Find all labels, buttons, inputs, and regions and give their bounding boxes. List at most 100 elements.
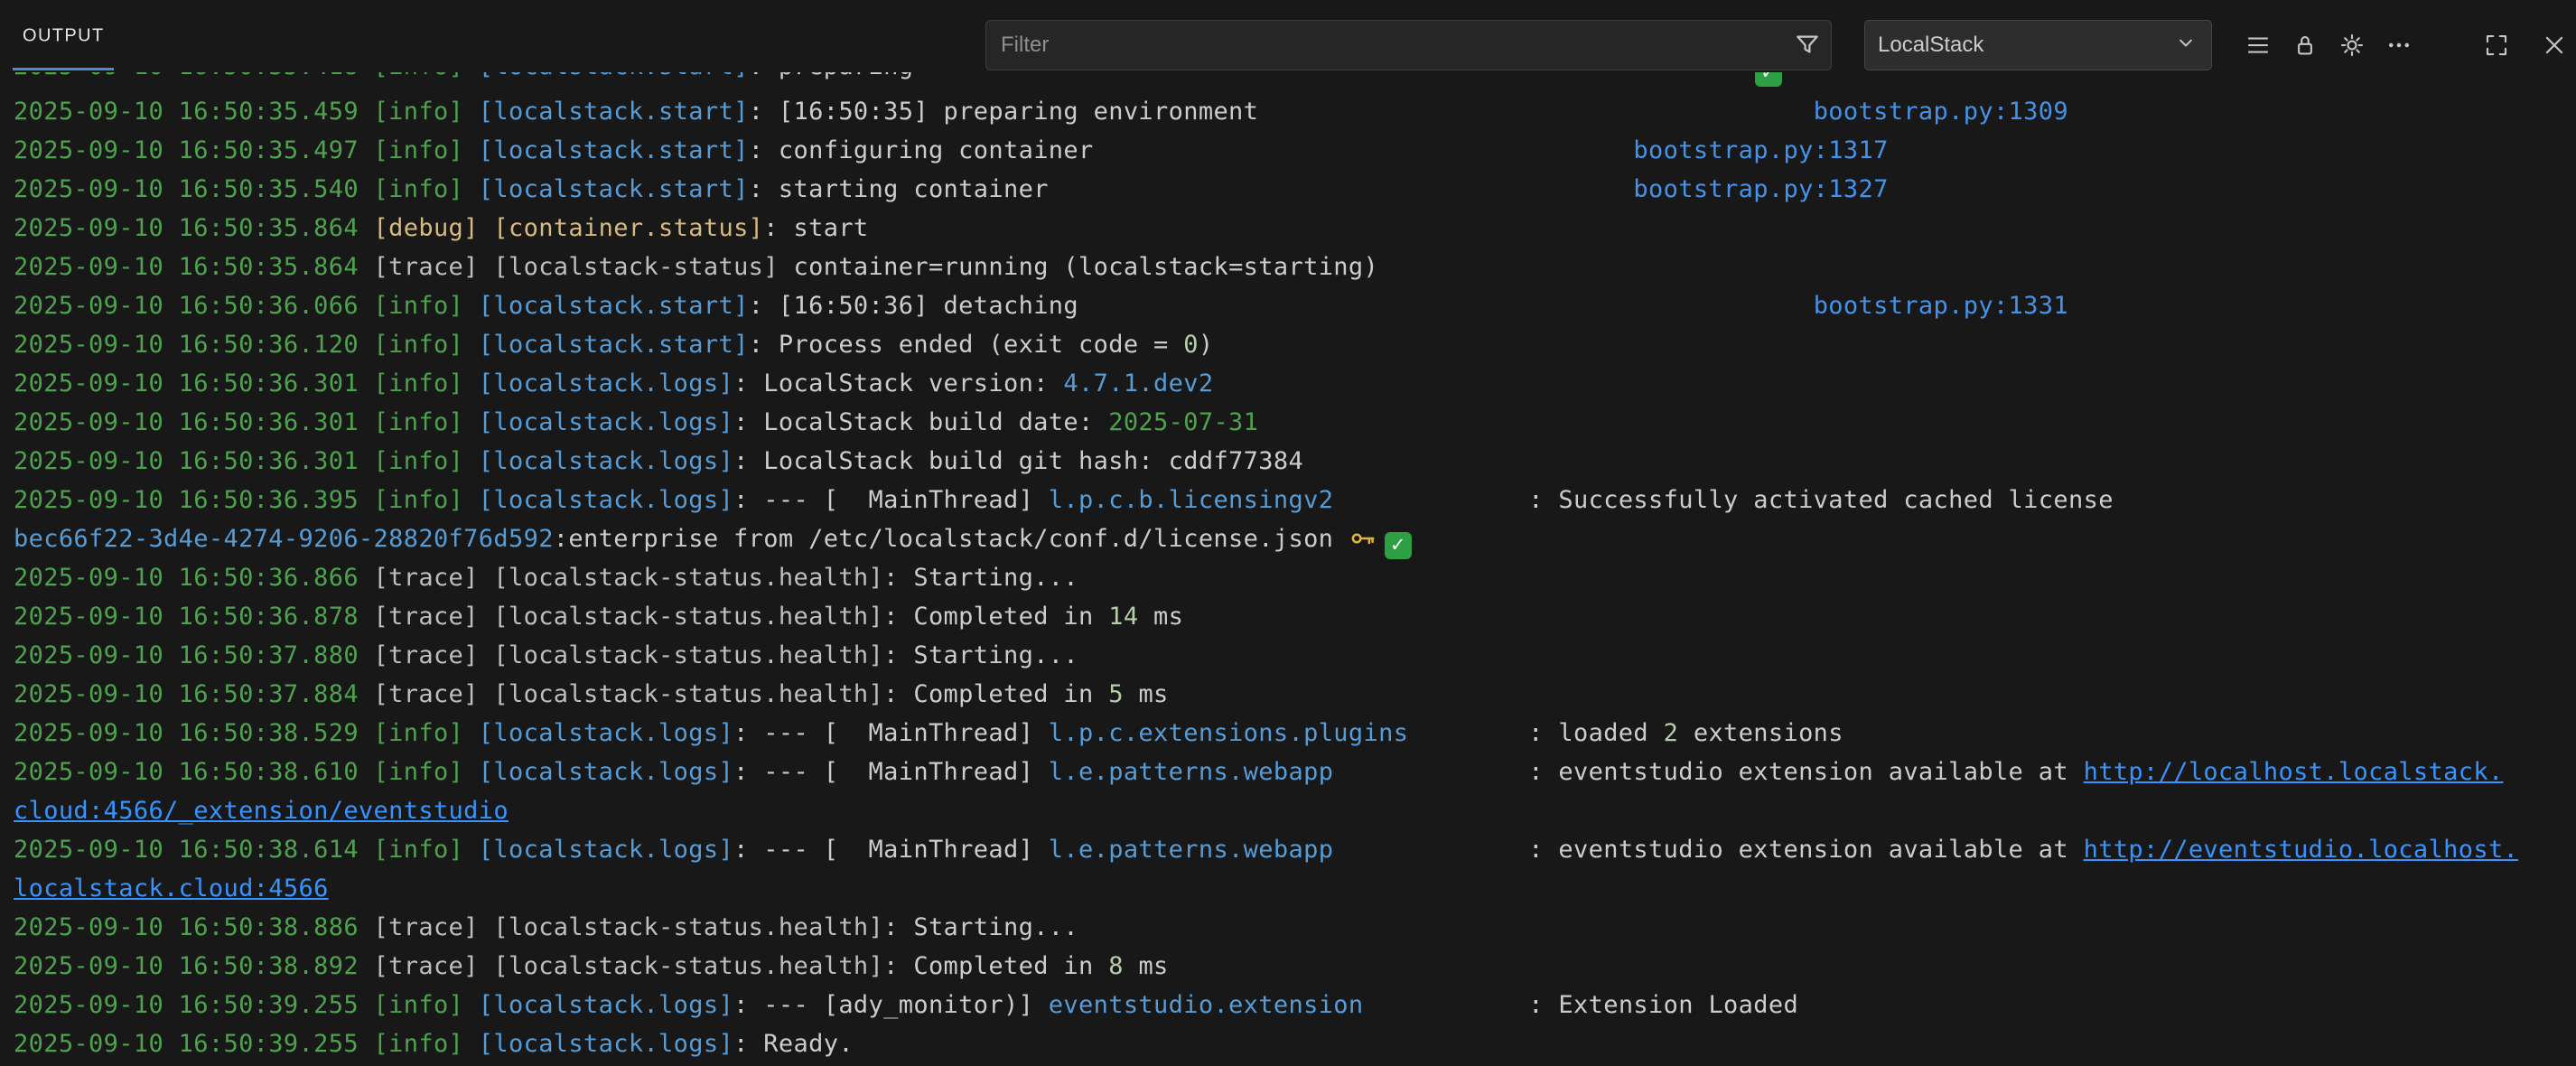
log-text: : eventstudio extension available at <box>1528 836 2083 864</box>
check-emoji: ✓ <box>1755 72 1782 87</box>
log-text: : LocalStack build date: <box>733 408 1108 436</box>
log-text: 14 <box>1108 603 1138 631</box>
log-pad <box>1094 136 1634 164</box>
url-link[interactable]: cloud:4566/_extension/eventstudio <box>14 797 509 825</box>
file-link[interactable]: bootstrap.py:1317 <box>1633 136 1888 164</box>
log-text: ms <box>1124 952 1169 980</box>
log-text: l.p.c.b.licensingv2 <box>1049 486 1334 514</box>
log-text: [localstack-status] <box>493 253 779 281</box>
log-text: : starting container <box>749 175 1049 203</box>
chevron-down-icon <box>2173 30 2198 61</box>
log-text: 2025-09-10 16:50:35.864 <box>14 214 374 242</box>
log-text: [trace] <box>374 603 479 631</box>
clipped-line-wrapper: 2025-09-10 16:50:35.418 [info] [localsta… <box>0 72 2576 92</box>
log-text: [localstack-status.health] <box>493 603 883 631</box>
filter-input[interactable] <box>986 21 1831 70</box>
log-text: [container.status] <box>493 214 763 242</box>
log-text: 2025-09-10 16:50:36.395 <box>14 486 374 514</box>
log-text: : Starting... <box>883 641 1078 669</box>
more-actions-icon[interactable] <box>2379 25 2419 65</box>
log-text: [info] <box>374 991 464 1019</box>
log-text: : --- [ady_monitor)] <box>733 991 1049 1019</box>
log-text: : start <box>763 214 868 242</box>
log-text: l.e.patterns.webapp <box>1049 758 1334 786</box>
log-text: :enterprise from /etc/localstack/conf.d/… <box>554 525 1349 553</box>
log-text: 2025-09-10 16:50:38.892 <box>14 952 374 980</box>
log-text: : Starting... <box>883 913 1078 941</box>
log-text: 2025-09-10 16:50:36.301 <box>14 369 374 397</box>
filter-icon[interactable] <box>1793 31 1824 61</box>
log-pad <box>1333 758 1528 786</box>
log-text: : Completed in <box>883 680 1108 708</box>
file-link[interactable]: bootstrap.py:1309 <box>1814 98 2068 126</box>
log-text: : [16:50:36] detaching <box>749 292 1078 320</box>
log-line: 2025-09-10 16:50:36.866 [trace] [localst… <box>0 558 2576 597</box>
log-text <box>463 72 479 80</box>
log-line: 2025-09-10 16:50:37.884 [trace] [localst… <box>0 675 2576 714</box>
output-channel-select[interactable]: LocalStack <box>1864 20 2212 70</box>
log-line: 2025-09-10 16:50:36.395 [info] [localsta… <box>0 481 2576 519</box>
log-text: 2025-09-10 16:50:35.864 <box>14 253 374 281</box>
log-text: [info] <box>374 447 464 475</box>
log-text <box>479 641 494 669</box>
log-text: : Successfully activated cached license <box>1528 486 2114 514</box>
log-text <box>463 447 479 475</box>
log-line-clipped: 2025-09-10 16:50:35.418 [info] [localsta… <box>0 72 2576 86</box>
log-text: : Starting... <box>883 564 1078 592</box>
log-pad <box>1408 719 1528 747</box>
log-line: 2025-09-10 16:50:39.255 [info] [localsta… <box>0 1024 2576 1063</box>
lines-icon[interactable] <box>2238 25 2278 65</box>
log-text: 2025-09-10 16:50:38.614 <box>14 836 374 864</box>
log-text <box>479 952 494 980</box>
lock-icon[interactable] <box>2285 25 2325 65</box>
log-text: : Process ended (exit code = <box>749 331 1184 359</box>
log-area[interactable]: 2025-09-10 16:50:35.418 [info] [localsta… <box>0 72 2576 1066</box>
log-text <box>463 408 479 436</box>
log-line: bec66f22-3d4e-4274-9206-28820f76d592:ent… <box>0 519 2576 558</box>
log-text: [debug] <box>374 214 479 242</box>
log-line: 2025-09-10 16:50:38.886 [trace] [localst… <box>0 908 2576 947</box>
log-text: 2025-09-10 16:50:37.884 <box>14 680 374 708</box>
log-text: 2025-09-10 16:50:35.418 <box>14 72 374 80</box>
log-text: : Extension Loaded <box>1528 991 1798 1019</box>
log-text: : --- [ MainThread] <box>733 836 1049 864</box>
log-line: 2025-09-10 16:50:35.497 [info] [localsta… <box>0 131 2576 170</box>
tab-output[interactable]: OUTPUT <box>23 26 105 47</box>
log-line: 2025-09-10 16:50:35.459 [info] [localsta… <box>0 92 2576 131</box>
log-text: 2025-09-10 16:50:39.255 <box>14 991 374 1019</box>
file-link[interactable]: bootstrap.py:1331 <box>1814 292 2068 320</box>
log-text: [localstack.start] <box>479 175 749 203</box>
log-text: [localstack.start] <box>479 72 749 80</box>
url-link[interactable]: http://eventstudio.localhost. <box>2084 836 2519 864</box>
log-line: 2025-09-10 16:50:35.864 [debug] [contain… <box>0 209 2576 248</box>
panel-header: OUTPUT LocalStack <box>0 0 2576 72</box>
log-text: [info] <box>374 1030 464 1058</box>
log-text: [localstack.start] <box>479 292 749 320</box>
gear-icon[interactable] <box>2332 25 2372 65</box>
log-text <box>479 214 494 242</box>
file-link[interactable]: bootstrap.py:1327 <box>1633 175 1888 203</box>
log-text: : --- [ MainThread] <box>733 719 1049 747</box>
log-text: extensions <box>1678 719 1843 747</box>
log-text: [localstack.logs] <box>479 1030 733 1058</box>
close-panel-icon[interactable] <box>2534 25 2574 65</box>
log-text: [localstack.start] <box>479 136 749 164</box>
log-text: 2025-09-10 16:50:36.301 <box>14 447 374 475</box>
url-link[interactable]: localstack.cloud:4566 <box>14 874 329 902</box>
log-text <box>463 758 479 786</box>
log-text: 8 <box>1108 952 1124 980</box>
log-line: 2025-09-10 16:50:35.540 [info] [localsta… <box>0 170 2576 209</box>
log-text <box>463 486 479 514</box>
log-text: [info] <box>374 369 464 397</box>
log-text <box>479 564 494 592</box>
log-line: 2025-09-10 16:50:36.301 [info] [localsta… <box>0 442 2576 481</box>
log-line: 2025-09-10 16:50:36.301 [info] [localsta… <box>0 364 2576 403</box>
url-link[interactable]: http://localhost.localstack. <box>2084 758 2504 786</box>
maximize-panel-icon[interactable] <box>2477 25 2516 65</box>
log-text <box>463 836 479 864</box>
log-pad <box>1049 175 1634 203</box>
log-text <box>463 136 479 164</box>
active-tab-underline <box>13 68 114 70</box>
log-pad <box>1078 292 1814 320</box>
filter-container <box>985 20 1832 70</box>
